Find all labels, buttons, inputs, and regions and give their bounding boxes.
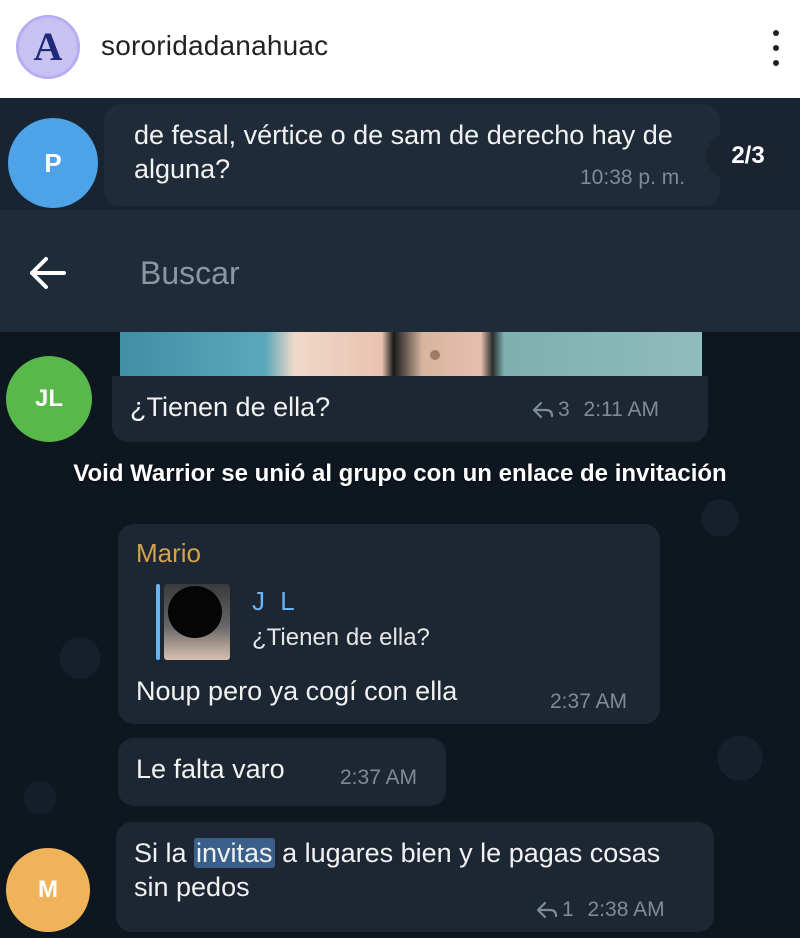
message-bubble-mario[interactable]: Mario J L ¿Tienen de ella? Noup pero ya … xyxy=(118,524,660,724)
message-meta: 3 2:11 AM xyxy=(532,398,659,422)
result-counter: 2/3 xyxy=(706,133,790,179)
reply-quote-bar[interactable] xyxy=(156,584,160,660)
logo-letter: A xyxy=(33,24,63,69)
search-highlight: invitas xyxy=(194,838,275,868)
message-bubble-last[interactable]: Si la invitas a lugares bien y le pagas … xyxy=(116,822,714,932)
message-meta: 1 2:38 AM xyxy=(536,898,665,922)
search-result-time: 10:38 p. m. xyxy=(580,166,686,189)
reply-count: 1 xyxy=(562,898,574,921)
message-time: 2:37 AM xyxy=(550,690,628,713)
reply-count-icon xyxy=(532,402,554,419)
message-bubble-followup[interactable]: Le falta varo 2:37 AM xyxy=(118,738,446,806)
reply-count: 3 xyxy=(558,398,570,421)
message-time: 2:11 AM xyxy=(583,398,660,421)
message-bubble-jl[interactable]: ¿Tienen de ella? 3 2:11 AM xyxy=(112,376,708,442)
avatar-m[interactable]: M xyxy=(6,848,90,932)
message-time: 2:37 AM xyxy=(340,766,418,789)
quote-author: J L xyxy=(252,586,299,616)
more-vertical-icon[interactable] xyxy=(766,30,786,66)
search-input[interactable] xyxy=(140,248,700,298)
arrow-left-icon[interactable] xyxy=(24,250,70,296)
account-name[interactable]: sororidadanahuac xyxy=(101,30,328,62)
system-note: Void Warrior se unió al grupo con un enl… xyxy=(73,460,727,487)
message-time: 2:38 AM xyxy=(587,898,665,921)
search-result-bubble[interactable]: de fesal, vértice o de sam de derecho ha… xyxy=(104,104,720,206)
quote-text: ¿Tienen de ella? xyxy=(252,624,430,651)
account-avatar[interactable]: A xyxy=(16,15,80,79)
message-text: ¿Tienen de ella? xyxy=(130,392,331,422)
reply-count-icon xyxy=(536,902,558,919)
chat-screenshot: P de fesal, vértice o de sam de derecho … xyxy=(0,98,800,938)
sender-name: Mario xyxy=(136,538,202,568)
message-text: Noup pero ya cogí con ella xyxy=(136,676,458,706)
avatar-p[interactable]: P xyxy=(8,118,98,208)
post-header: A sororidadanahuac xyxy=(0,0,800,98)
message-text: Le falta varo xyxy=(136,754,285,784)
avatar-jl[interactable]: JL xyxy=(6,356,92,442)
shared-photo[interactable] xyxy=(120,332,702,376)
quote-thumbnail xyxy=(164,584,230,660)
message-text: Si la invitas a lugares bien y le pagas … xyxy=(134,836,694,904)
message-text-start: Si la xyxy=(134,838,195,868)
